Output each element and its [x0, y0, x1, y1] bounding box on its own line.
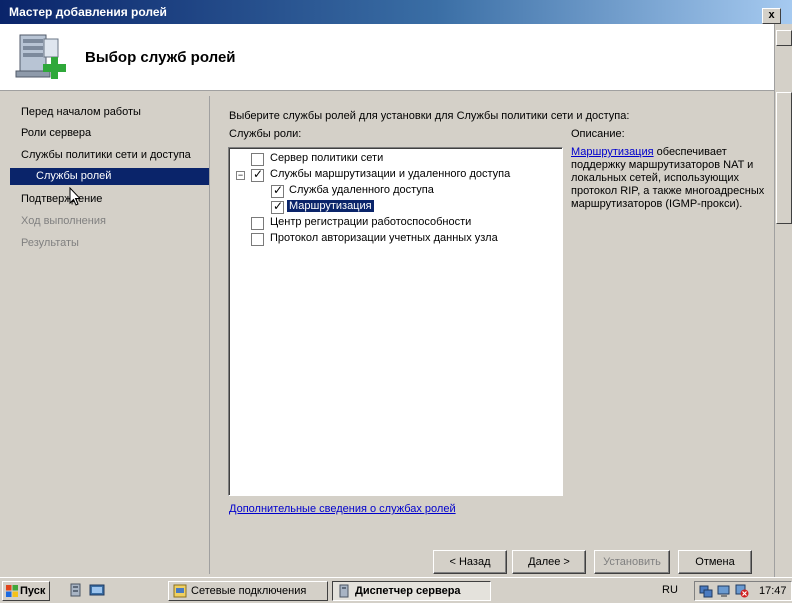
tree-item-label: Центр регистрации работоспособности — [270, 216, 472, 228]
start-label: Пуск — [20, 585, 46, 597]
nav-item-results: Результаты — [21, 237, 79, 249]
nav-item-before-you-begin[interactable]: Перед началом работы — [21, 106, 141, 118]
nav-item-progress: Ход выполнения — [21, 215, 106, 227]
scrollbar-thumb[interactable] — [776, 92, 792, 224]
nav-item-server-roles[interactable]: Роли сервера — [21, 127, 91, 139]
mouse-cursor-icon — [69, 187, 81, 206]
checkbox-rras[interactable] — [251, 167, 264, 182]
nav-item-label: Службы ролей — [36, 170, 112, 182]
window-title: Мастер добавления ролей — [9, 5, 167, 19]
instruction-text: Выберите службы ролей для установки для … — [229, 110, 630, 122]
wizard-nav: Перед началом работы Роли сервера Службы… — [10, 96, 210, 574]
page-title: Выбор служб ролей — [85, 49, 236, 66]
next-button[interactable]: Далее > — [512, 550, 586, 574]
checkbox-routing[interactable] — [271, 199, 284, 214]
tree-item-label: Маршрутизация — [287, 200, 374, 212]
wizard-header: Выбор служб ролей — [0, 24, 774, 91]
tree-item-label: Службы маршрутизации и удаленного доступ… — [270, 168, 511, 180]
scroll-up-button[interactable] — [776, 30, 792, 46]
tree-item-label: Сервер политики сети — [270, 152, 384, 164]
checkbox-remote-access[interactable] — [271, 183, 284, 198]
windows-flag-icon — [6, 585, 18, 597]
system-tray: 17:47 — [694, 581, 792, 601]
role-services-label: Службы роли: — [229, 128, 302, 140]
collapse-icon[interactable]: − — [236, 171, 245, 180]
checkbox-hra[interactable] — [251, 217, 264, 230]
nav-item-npas[interactable]: Службы политики сети и доступа — [21, 149, 191, 161]
task-label: Диспетчер сервера — [355, 585, 461, 597]
description-panel: Маршрутизация обеспечивает поддержку мар… — [571, 146, 767, 211]
clock[interactable]: 17:47 — [759, 585, 787, 597]
back-button[interactable]: < Назад — [433, 550, 507, 574]
tree-item-label: Служба удаленного доступа — [289, 184, 434, 196]
task-label: Сетевые подключения — [191, 585, 307, 597]
show-desktop-icon[interactable] — [89, 582, 105, 598]
server-manager-icon — [339, 584, 349, 598]
checkbox-hcap[interactable] — [251, 233, 264, 246]
window-title-bar: Мастер добавления ролей — [0, 0, 792, 24]
description-link[interactable]: Маршрутизация — [571, 146, 654, 158]
taskbar: Пуск Сетевые подключения Диспетчер серве… — [0, 577, 792, 603]
nav-item-role-services[interactable]: Службы ролей — [10, 168, 209, 185]
description-label: Описание: — [571, 128, 625, 140]
more-info-link[interactable]: Дополнительные сведения о службах ролей — [229, 503, 456, 515]
start-button[interactable]: Пуск — [2, 581, 50, 601]
checkbox-nps[interactable] — [251, 153, 264, 166]
cancel-button[interactable]: Отмена — [678, 550, 752, 574]
task-server-manager[interactable]: Диспетчер сервера — [332, 581, 491, 601]
language-indicator[interactable]: RU — [662, 584, 678, 596]
task-network-connections[interactable]: Сетевые подключения — [168, 581, 328, 601]
server-manager-quicklaunch-icon[interactable] — [68, 582, 84, 598]
computer-tray-icon[interactable] — [717, 584, 731, 598]
network-connections-icon — [173, 584, 187, 598]
network-tray-icon[interactable] — [699, 584, 713, 598]
install-button: Установить — [594, 550, 670, 574]
tree-item-label: Протокол авторизации учетных данных узла — [270, 232, 498, 244]
security-alert-tray-icon[interactable] — [735, 584, 749, 598]
close-button[interactable]: x — [762, 8, 781, 24]
role-services-tree[interactable]: Сервер политики сети − Службы маршрутиза… — [228, 147, 563, 496]
server-add-icon — [15, 34, 66, 79]
nav-item-confirmation[interactable]: Подтверждение — [21, 193, 102, 205]
